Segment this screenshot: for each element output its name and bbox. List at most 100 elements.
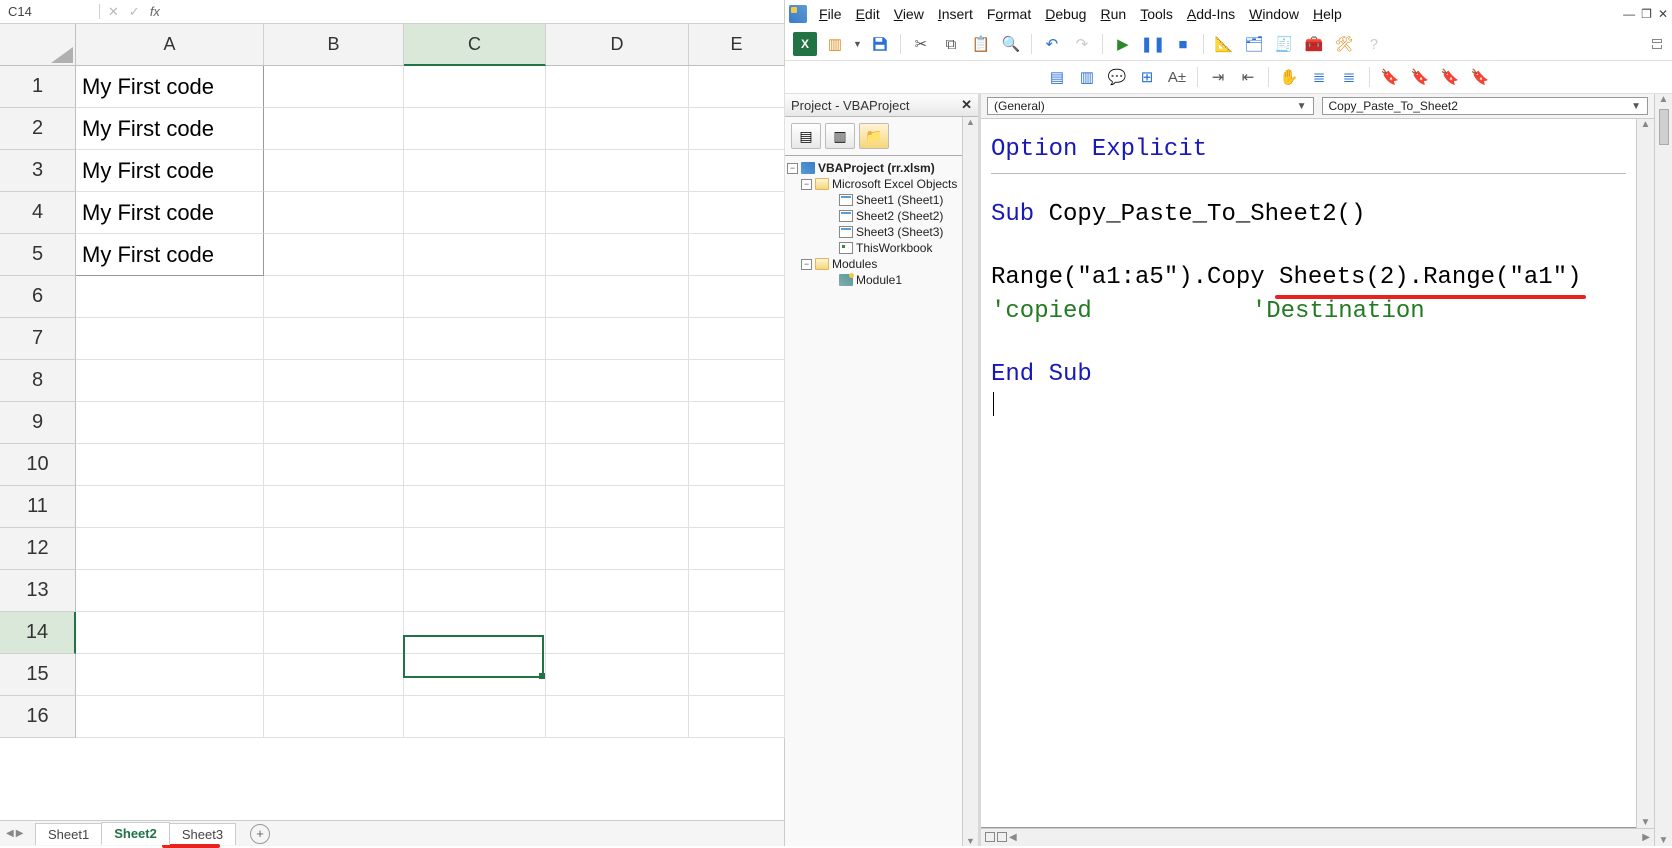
code-editor[interactable]: Option Explicit Sub Copy_Paste_To_Sheet2… [981, 119, 1636, 828]
toolbox-icon[interactable]: 🛠 [1332, 32, 1356, 56]
worksheet-grid[interactable]: A B C D E 1 My First code 2 My First cod… [0, 24, 784, 820]
complete-word-icon[interactable]: A± [1165, 65, 1189, 89]
outdent-icon[interactable]: ⇤ [1236, 65, 1260, 89]
tab-sheet1[interactable]: Sheet1 [35, 823, 102, 845]
cell-D1[interactable] [546, 66, 689, 108]
menu-insert[interactable]: Insert [932, 4, 979, 24]
row-header-1[interactable]: 1 [0, 66, 76, 108]
project-tree[interactable]: −VBAProject (rr.xlsm) −Microsoft Excel O… [785, 156, 962, 846]
cell-A5[interactable]: My First code [76, 234, 264, 276]
tab-sheet2[interactable]: Sheet2 [101, 822, 170, 845]
menu-help[interactable]: Help [1307, 4, 1348, 24]
menu-run[interactable]: Run [1094, 4, 1132, 24]
cell-A2[interactable]: My First code [76, 108, 264, 150]
uncomment-block-icon[interactable]: ≣ [1337, 65, 1361, 89]
undo-icon[interactable]: ↶ [1040, 32, 1064, 56]
col-header-E[interactable]: E [689, 24, 785, 66]
tab-nav[interactable]: ◀▶ [0, 828, 36, 839]
list-constants-icon[interactable]: ▥ [1075, 65, 1099, 89]
tree-module1[interactable]: Module1 [856, 273, 902, 287]
name-box[interactable]: C14 [0, 4, 100, 19]
row-header-7[interactable]: 7 [0, 318, 76, 360]
cell-E1[interactable] [689, 66, 785, 108]
menu-edit[interactable]: Edit [850, 4, 886, 24]
view-object-icon[interactable]: ▥ [825, 123, 855, 149]
cell-B1[interactable] [264, 66, 404, 108]
row-header-14[interactable]: 14 [0, 612, 76, 654]
row-header-12[interactable]: 12 [0, 528, 76, 570]
tab-sheet3[interactable]: Sheet3 [169, 823, 236, 845]
help-icon[interactable]: ? [1362, 32, 1386, 56]
menu-addins[interactable]: Add-Ins [1181, 4, 1241, 24]
close-icon[interactable]: ✕ [1658, 7, 1668, 21]
restore-icon[interactable]: ❐ [1641, 7, 1652, 21]
row-header-10[interactable]: 10 [0, 444, 76, 486]
cell-A1[interactable]: My First code [76, 66, 264, 108]
indent-icon[interactable]: ⇥ [1206, 65, 1230, 89]
project-scrollbar[interactable]: ▲▼ [962, 117, 978, 846]
cut-icon[interactable]: ✂ [909, 32, 933, 56]
row-header-2[interactable]: 2 [0, 108, 76, 150]
menu-debug[interactable]: Debug [1039, 4, 1092, 24]
row-header-9[interactable]: 9 [0, 402, 76, 444]
menu-format[interactable]: Format [981, 4, 1037, 24]
row-header-6[interactable]: 6 [0, 276, 76, 318]
paste-icon[interactable]: 📋 [969, 32, 993, 56]
design-mode-icon[interactable]: 📐 [1212, 32, 1236, 56]
row-header-3[interactable]: 3 [0, 150, 76, 192]
cell-A4[interactable]: My First code [76, 192, 264, 234]
minimize-icon[interactable]: — [1623, 7, 1635, 21]
outer-vertical-scrollbar[interactable]: ▲ ▼ [1654, 94, 1672, 846]
procedure-dropdown[interactable]: Copy_Paste_To_Sheet2▼ [1322, 97, 1649, 115]
code-horizontal-scrollbar[interactable]: ◀ ▶ [981, 828, 1654, 846]
row-header-5[interactable]: 5 [0, 234, 76, 276]
cell-A3[interactable]: My First code [76, 150, 264, 192]
col-header-D[interactable]: D [546, 24, 689, 66]
project-explorer-icon[interactable]: 🗂 [1242, 32, 1266, 56]
bookmark-next-icon[interactable]: 🔖 [1408, 65, 1432, 89]
col-header-A[interactable]: A [76, 24, 264, 66]
list-properties-icon[interactable]: ▤ [1045, 65, 1069, 89]
save-icon[interactable] [868, 32, 892, 56]
comment-block-icon[interactable]: ≣ [1307, 65, 1331, 89]
bookmark-clear-icon[interactable]: 🔖 [1468, 65, 1492, 89]
breakpoint-icon[interactable]: ✋ [1277, 65, 1301, 89]
stop-icon[interactable]: ■ [1171, 32, 1195, 56]
toolbar-overflow-icon[interactable] [1650, 38, 1664, 50]
row-header-15[interactable]: 15 [0, 654, 76, 696]
menu-window[interactable]: Window [1243, 4, 1305, 24]
fx-button[interactable]: fx [150, 4, 160, 19]
excel-icon[interactable]: X [793, 32, 817, 56]
bookmark-prev-icon[interactable]: 🔖 [1438, 65, 1462, 89]
parameter-info-icon[interactable]: ⊞ [1135, 65, 1159, 89]
toggle-folders-icon[interactable]: 📁 [859, 123, 889, 149]
view-code-icon[interactable]: ▤ [791, 123, 821, 149]
menu-file[interactable]: File [813, 4, 848, 24]
menu-view[interactable]: View [888, 4, 930, 24]
select-all-corner[interactable] [0, 24, 76, 66]
add-sheet-button[interactable]: + [250, 824, 270, 844]
bookmark-toggle-icon[interactable]: 🔖 [1378, 65, 1402, 89]
cell-C1[interactable] [404, 66, 546, 108]
tree-sheet2[interactable]: Sheet2 (Sheet2) [856, 209, 943, 223]
col-header-B[interactable]: B [264, 24, 404, 66]
row-header-13[interactable]: 13 [0, 570, 76, 612]
quick-info-icon[interactable]: 💬 [1105, 65, 1129, 89]
code-vertical-scrollbar[interactable]: ▲▼ [1636, 119, 1654, 828]
tree-thisworkbook[interactable]: ThisWorkbook [856, 241, 932, 255]
pause-icon[interactable]: ❚❚ [1141, 32, 1165, 56]
menu-tools[interactable]: Tools [1134, 4, 1179, 24]
row-header-16[interactable]: 16 [0, 696, 76, 738]
tree-sheet1[interactable]: Sheet1 (Sheet1) [856, 193, 943, 207]
row-header-8[interactable]: 8 [0, 360, 76, 402]
tree-sheet3[interactable]: Sheet3 (Sheet3) [856, 225, 943, 239]
object-dropdown[interactable]: (General)▼ [987, 97, 1314, 115]
col-header-C[interactable]: C [404, 24, 546, 66]
insert-module-icon[interactable]: ▥ [823, 32, 847, 56]
cell-C14[interactable] [404, 612, 546, 654]
find-icon[interactable]: 🔍 [999, 32, 1023, 56]
object-browser-icon[interactable]: 🧰 [1302, 32, 1326, 56]
copy-icon[interactable]: ⧉ [939, 32, 963, 56]
row-header-4[interactable]: 4 [0, 192, 76, 234]
properties-icon[interactable]: 🧾 [1272, 32, 1296, 56]
